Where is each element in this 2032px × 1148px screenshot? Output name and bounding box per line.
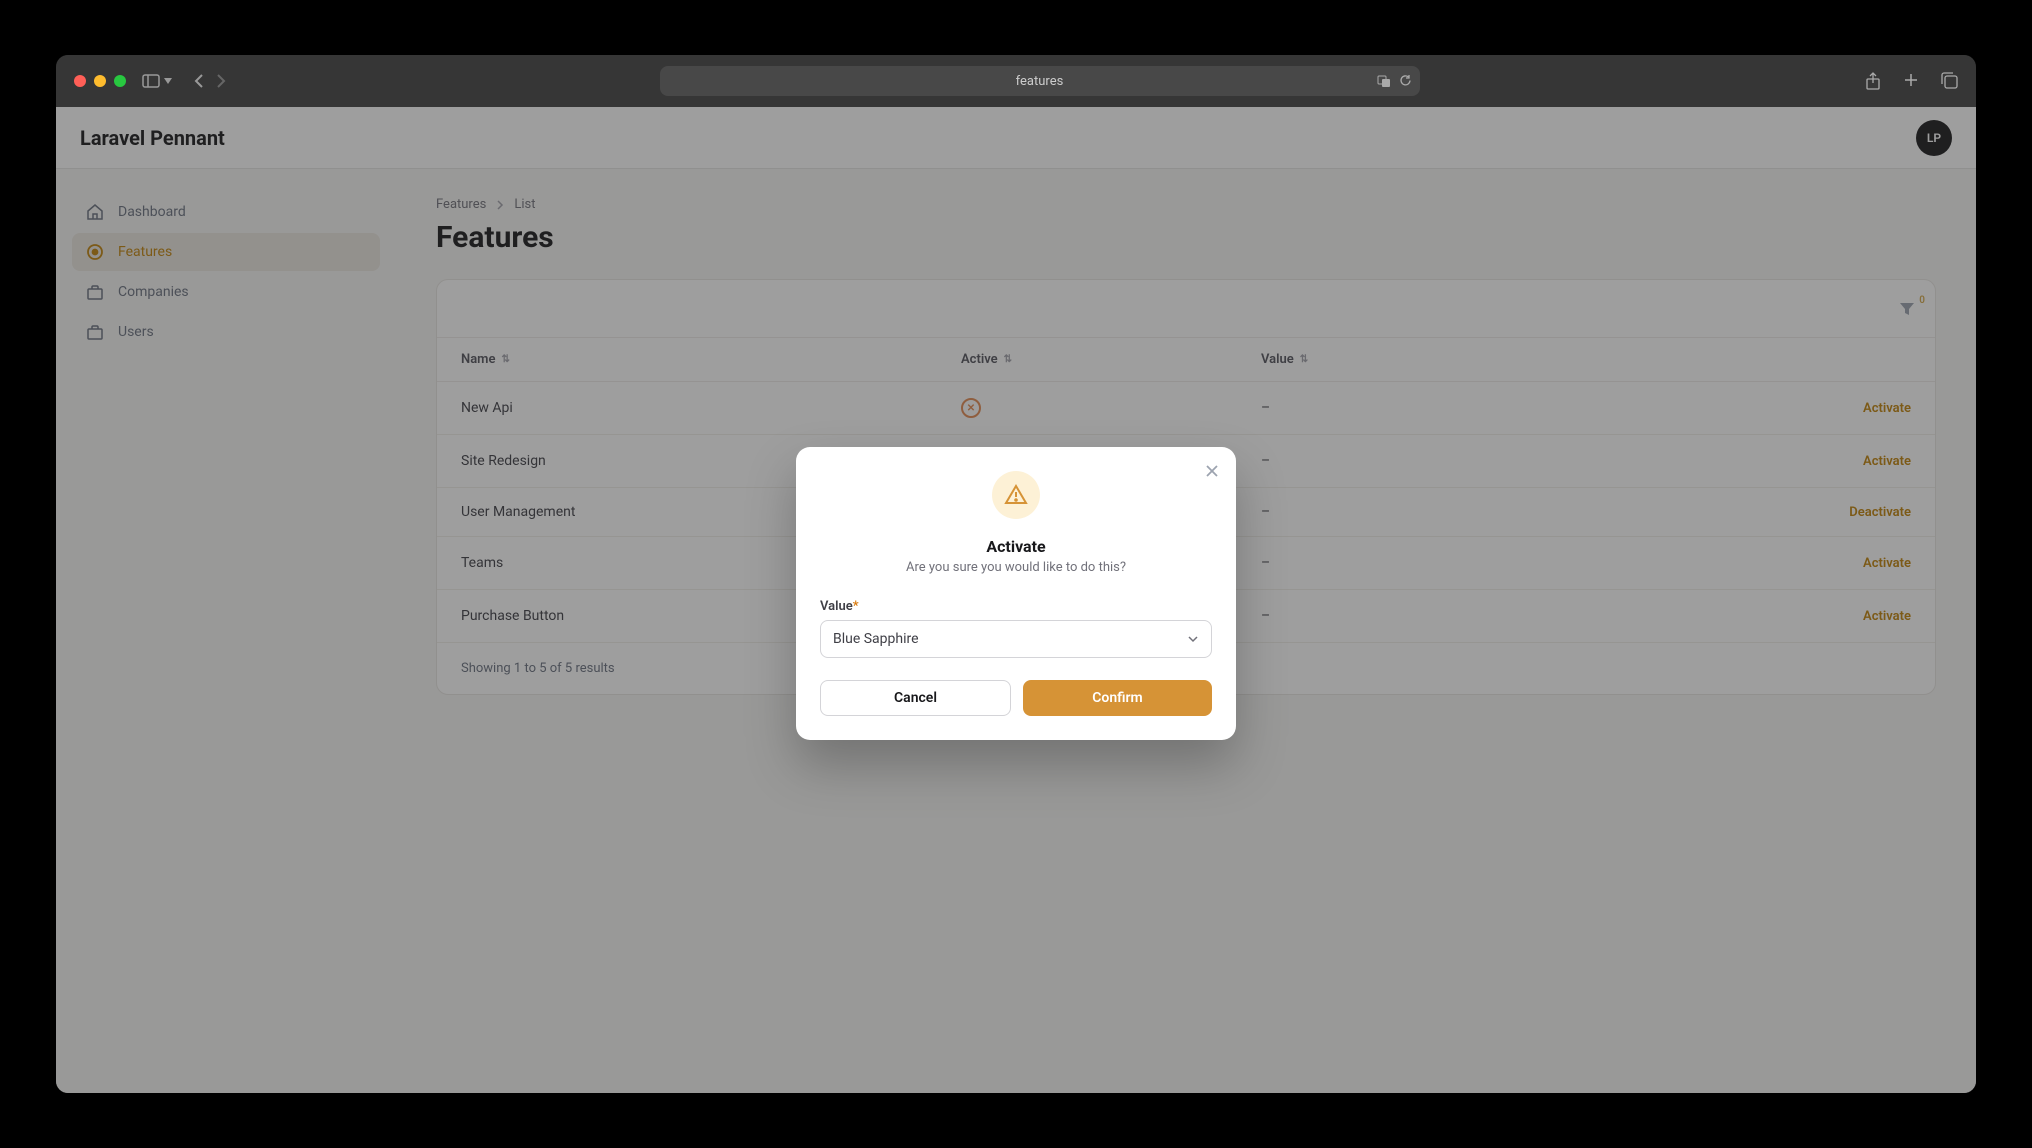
value-field-label: Value* bbox=[820, 599, 1212, 614]
confirm-button[interactable]: Confirm bbox=[1023, 680, 1212, 716]
chevron-down-icon bbox=[1187, 635, 1199, 643]
sidebar-toggle-button[interactable] bbox=[142, 74, 172, 88]
tabs-icon[interactable] bbox=[1941, 72, 1958, 90]
warning-icon bbox=[992, 471, 1040, 519]
close-window-button[interactable] bbox=[74, 75, 86, 87]
cancel-button[interactable]: Cancel bbox=[820, 680, 1011, 716]
browser-window: features Laravel Pennant LP Dashboard bbox=[56, 55, 1976, 1093]
maximize-window-button[interactable] bbox=[114, 75, 126, 87]
modal-subtitle: Are you sure you would like to do this? bbox=[820, 560, 1212, 575]
address-text: features bbox=[1016, 74, 1064, 89]
reload-icon[interactable] bbox=[1399, 74, 1412, 88]
share-icon[interactable] bbox=[1865, 72, 1881, 90]
app-content: Laravel Pennant LP Dashboard Features Co… bbox=[56, 107, 1976, 1093]
minimize-window-button[interactable] bbox=[94, 75, 106, 87]
browser-chrome: features bbox=[56, 55, 1976, 107]
new-tab-icon[interactable] bbox=[1903, 72, 1919, 90]
modal-title: Activate bbox=[820, 537, 1212, 556]
address-bar[interactable]: features bbox=[660, 66, 1420, 96]
forward-button[interactable] bbox=[216, 73, 226, 89]
close-modal-button[interactable] bbox=[1204, 463, 1220, 479]
traffic-lights bbox=[74, 75, 126, 87]
modal-overlay[interactable]: Activate Are you sure you would like to … bbox=[56, 107, 1976, 1093]
value-select[interactable]: Blue Sapphire bbox=[820, 620, 1212, 658]
translate-icon[interactable] bbox=[1377, 74, 1391, 88]
activate-modal: Activate Are you sure you would like to … bbox=[796, 447, 1236, 740]
select-value: Blue Sapphire bbox=[833, 631, 919, 647]
nav-arrows bbox=[194, 73, 226, 89]
back-button[interactable] bbox=[194, 73, 204, 89]
